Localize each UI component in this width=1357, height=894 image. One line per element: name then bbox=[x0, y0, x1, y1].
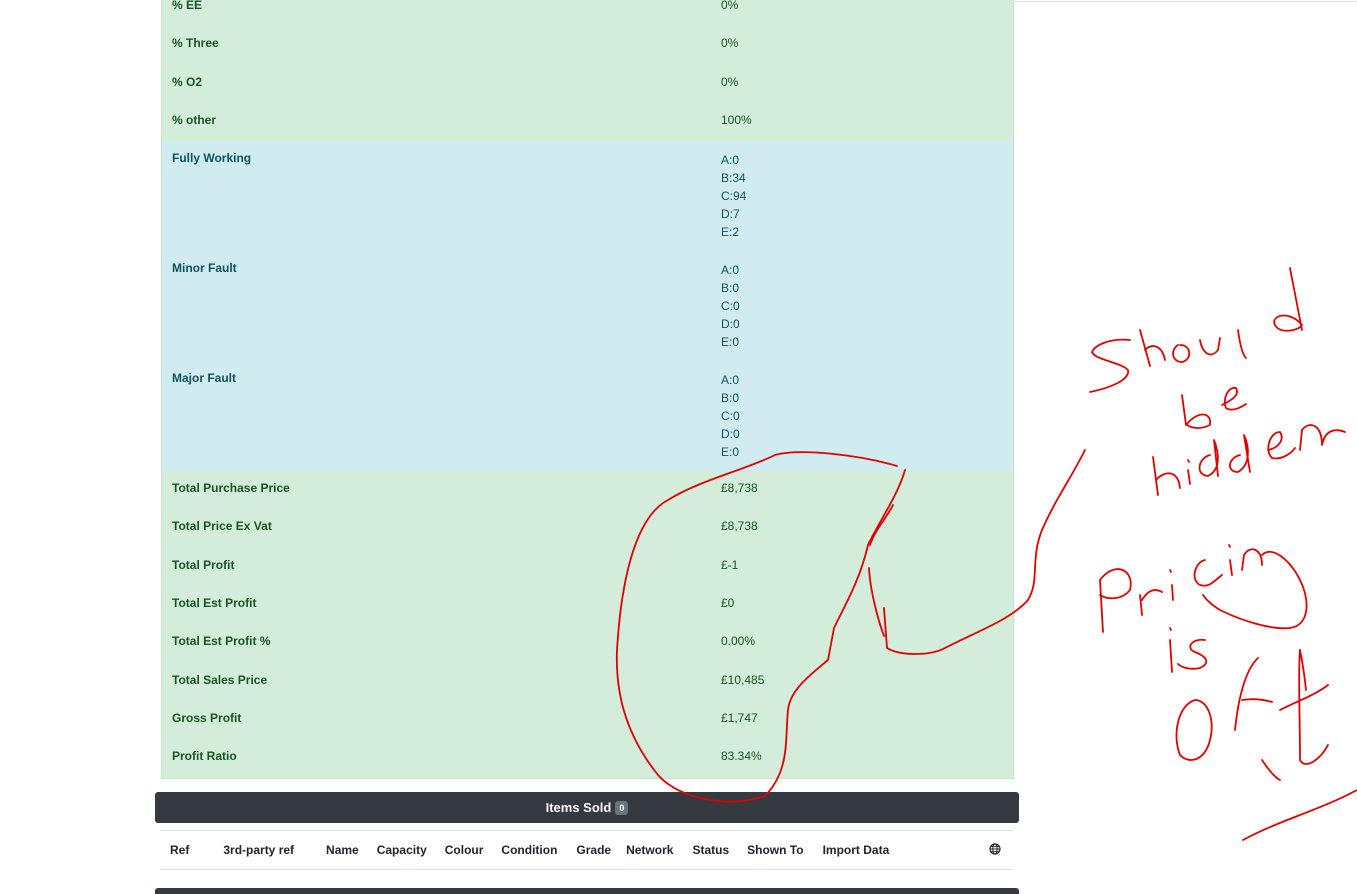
total-row: Total Price Ex Vat £8,738 bbox=[162, 509, 1013, 548]
detail-row: % Three 0% bbox=[162, 26, 1013, 65]
total-label: Total Est Profit % bbox=[172, 634, 271, 649]
detail-label: % O2 bbox=[172, 74, 203, 89]
detail-value: 0% bbox=[721, 36, 739, 51]
grade-values: A:0 B:34 C:94 D:7 E:2 bbox=[721, 141, 1013, 251]
top-divider bbox=[1012, 1, 1357, 2]
annotation-text-be bbox=[1181, 394, 1211, 429]
detail-value: 0% bbox=[721, 0, 739, 12]
column-capacity[interactable]: Capacity bbox=[369, 843, 437, 857]
total-label: Gross Profit bbox=[172, 710, 242, 725]
total-label: Total Est Profit bbox=[172, 596, 257, 611]
grade-count: E:2 bbox=[721, 225, 740, 240]
column-import-data[interactable]: Import Data bbox=[814, 843, 900, 857]
detail-row: % EE 0% bbox=[162, 0, 1013, 27]
grade-count: B:0 bbox=[721, 281, 740, 296]
items-sold-header[interactable]: Items Sold 0 bbox=[155, 792, 1019, 823]
total-row: Profit Ratio 83.34% bbox=[162, 739, 1013, 778]
detail-label: % other bbox=[172, 112, 217, 127]
total-value: £1,747 bbox=[721, 710, 758, 725]
grade-count: E:0 bbox=[721, 335, 740, 350]
grade-count: A:0 bbox=[721, 263, 740, 278]
annotation-text-hidden bbox=[1152, 456, 1181, 496]
column-name[interactable]: Name bbox=[304, 843, 369, 857]
column-grade[interactable]: Grade bbox=[567, 843, 621, 857]
globe-icon-svg bbox=[989, 842, 1001, 855]
total-label: Total Sales Price bbox=[172, 672, 268, 687]
grade-label: Minor Fault bbox=[172, 261, 237, 276]
total-row: Total Est Profit % 0.00% bbox=[162, 624, 1013, 663]
total-value: £0 bbox=[721, 596, 735, 611]
next-section-header bbox=[155, 888, 1019, 894]
column-colour[interactable]: Colour bbox=[437, 843, 494, 857]
column-shown-to[interactable]: Shown To bbox=[739, 843, 813, 857]
grade-count: D:0 bbox=[721, 427, 740, 442]
grade-row-major-fault: Major Fault A:0 B:0 C:0 D:0 E:0 bbox=[162, 361, 1013, 472]
detail-label: % EE bbox=[172, 0, 203, 12]
total-value: 83.34% bbox=[721, 749, 762, 764]
annotation-text-should bbox=[1089, 338, 1131, 393]
total-value: 0.00% bbox=[721, 634, 756, 649]
grade-values: A:0 B:0 C:0 D:0 E:0 bbox=[721, 251, 1013, 361]
total-label: Profit Ratio bbox=[172, 749, 237, 764]
total-row: Total Profit £-1 bbox=[162, 547, 1013, 587]
column-status[interactable]: Status bbox=[683, 843, 739, 857]
annotation-text-is bbox=[1169, 627, 1173, 673]
order-details-table: % EE 0% % Three 0% % O2 0% % other 100% … bbox=[161, 0, 1014, 779]
total-row: Total Sales Price £10,485 bbox=[162, 662, 1013, 701]
grade-count: B:0 bbox=[721, 391, 740, 406]
total-row: Gross Profit £1,747 bbox=[162, 700, 1013, 740]
grade-count: D:0 bbox=[721, 317, 740, 332]
globe-icon[interactable] bbox=[979, 842, 1013, 858]
annotation-text-pricing bbox=[1099, 568, 1132, 633]
column-network[interactable]: Network bbox=[621, 843, 683, 857]
column-ref[interactable]: Ref bbox=[160, 843, 199, 857]
detail-row: % other 100% bbox=[162, 102, 1013, 142]
grade-count: A:0 bbox=[721, 373, 740, 388]
grade-count: C:94 bbox=[721, 189, 747, 204]
total-row: Total Est Profit £0 bbox=[162, 586, 1013, 625]
total-value: £8,738 bbox=[721, 519, 758, 534]
grade-values: A:0 B:0 C:0 D:0 E:0 bbox=[721, 361, 1013, 471]
grade-count: C:0 bbox=[721, 409, 740, 424]
grade-count: D:7 bbox=[721, 207, 740, 222]
grade-label: Major Fault bbox=[172, 371, 237, 386]
total-label: Total Price Ex Vat bbox=[172, 519, 272, 534]
grade-row-minor-fault: Minor Fault A:0 B:0 C:0 D:0 E:0 bbox=[162, 251, 1013, 362]
grade-count: E:0 bbox=[721, 445, 740, 460]
annotation-underline bbox=[1242, 789, 1357, 841]
total-value: £-1 bbox=[721, 557, 739, 572]
grade-label: Fully Working bbox=[172, 151, 252, 166]
detail-value: 0% bbox=[721, 74, 739, 89]
detail-row: % O2 0% bbox=[162, 64, 1013, 103]
detail-label: % Three bbox=[172, 36, 219, 51]
total-value: £10,485 bbox=[721, 672, 765, 687]
grade-count: C:0 bbox=[721, 299, 740, 314]
total-row: Total Purchase Price £8,738 bbox=[162, 471, 1013, 510]
total-value: £8,738 bbox=[721, 481, 758, 496]
annotation-text-off bbox=[1175, 699, 1213, 761]
grade-count: B:34 bbox=[721, 171, 746, 186]
detail-value: 100% bbox=[721, 112, 752, 127]
column-third-party-ref[interactable]: 3rd-party ref bbox=[199, 843, 304, 857]
items-sold-title: Items Sold bbox=[545, 800, 612, 815]
grade-count: A:0 bbox=[721, 153, 740, 168]
items-sold-count-badge: 0 bbox=[615, 800, 629, 815]
total-label: Total Profit bbox=[172, 557, 235, 572]
column-condition[interactable]: Condition bbox=[493, 843, 567, 857]
grade-row-fully-working: Fully Working A:0 B:34 C:94 D:7 E:2 bbox=[162, 141, 1013, 252]
items-sold-table-header: Ref 3rd-party ref Name Capacity Colour C… bbox=[160, 830, 1013, 870]
total-label: Total Purchase Price bbox=[172, 481, 290, 496]
